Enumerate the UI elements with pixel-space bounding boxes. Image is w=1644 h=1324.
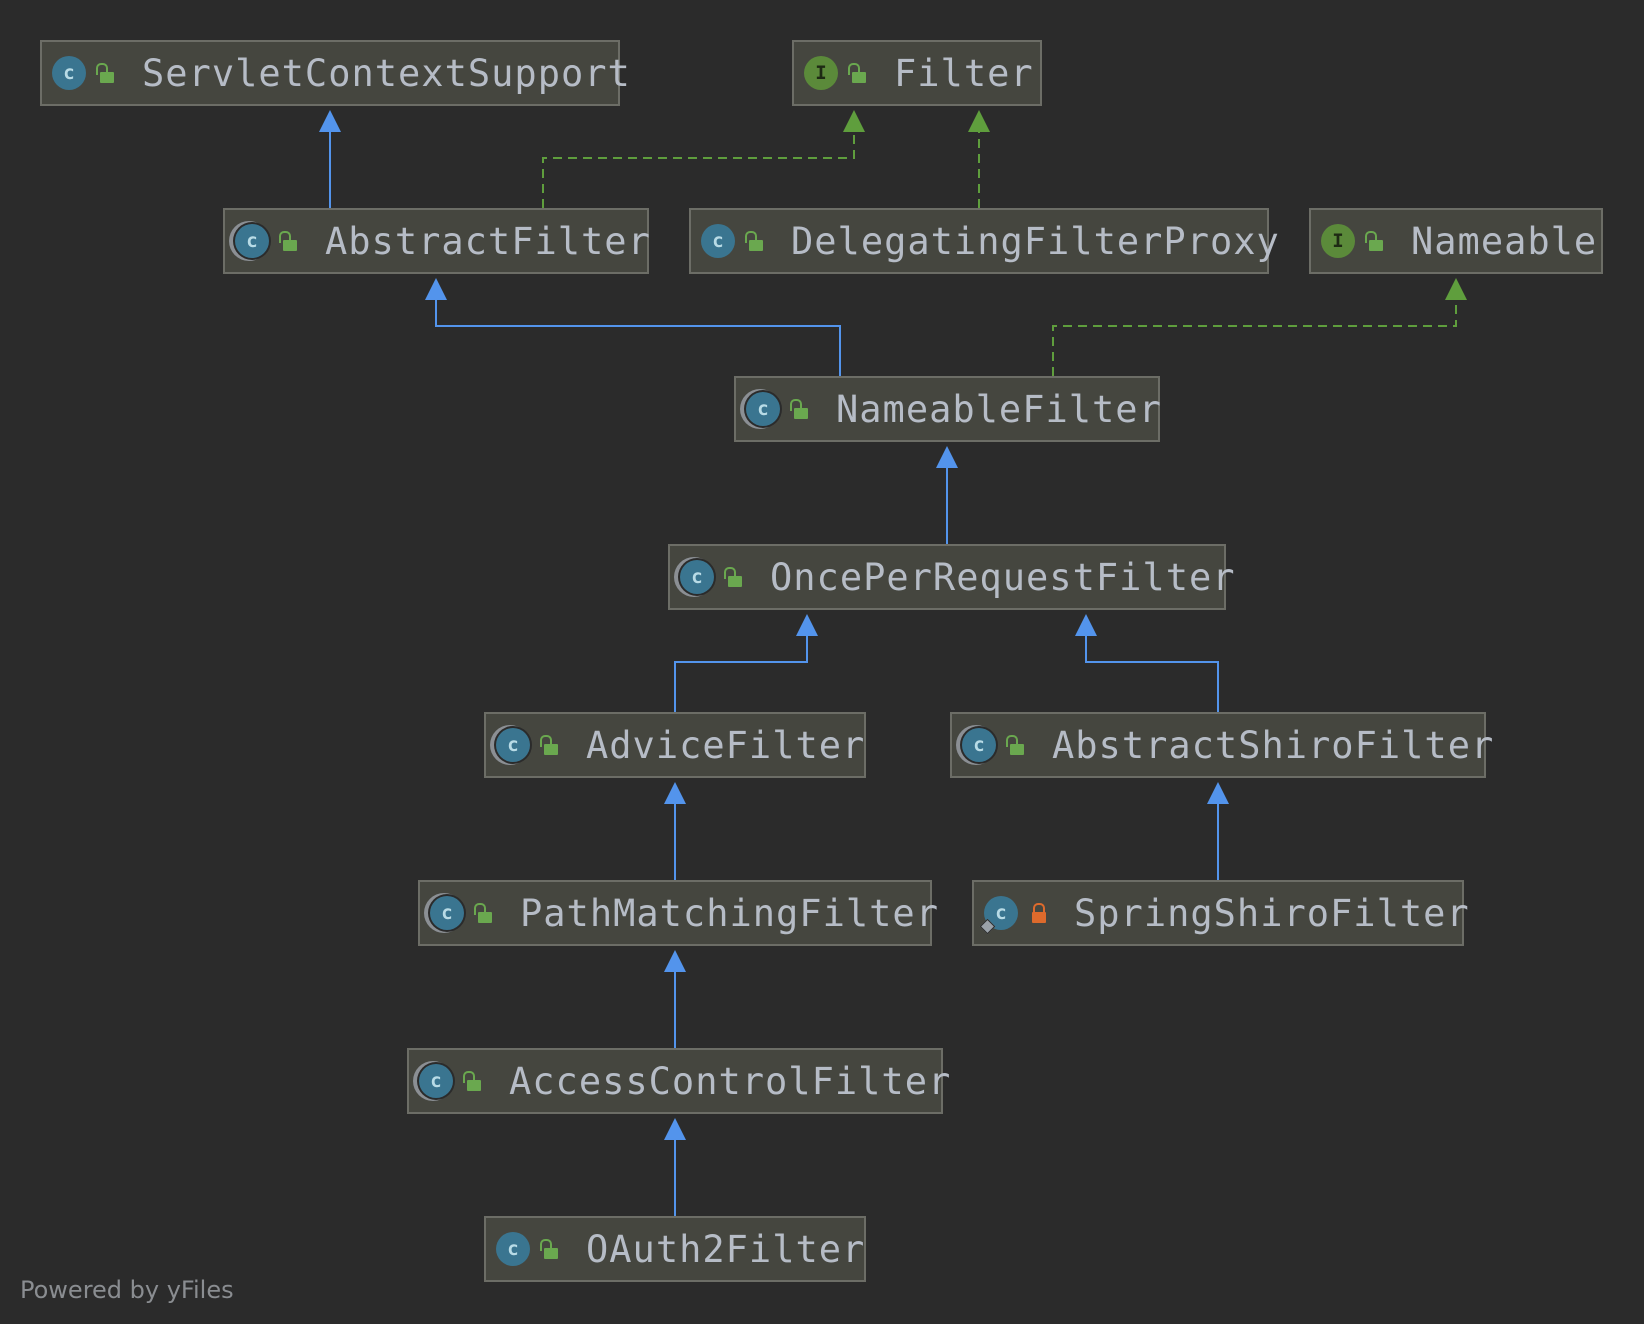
edge-extends-AdviceFilter-to-OncePerRequestFilter bbox=[674, 636, 808, 712]
node-label: ServletContextSupport bbox=[142, 51, 631, 95]
abstract-class-icon: c bbox=[430, 896, 464, 930]
node-label: SpringShiroFilter bbox=[1074, 891, 1470, 935]
abstract-class-icon: c bbox=[962, 728, 996, 762]
node-label: AdviceFilter bbox=[586, 723, 866, 767]
arrowhead-extends bbox=[664, 1118, 686, 1140]
node-AdviceFilter[interactable]: c AdviceFilter bbox=[484, 712, 866, 778]
node-ServletContextSupport[interactable]: c ServletContextSupport bbox=[40, 40, 630, 106]
public-access-icon bbox=[848, 62, 870, 84]
node-OAuth2Filter[interactable]: c OAuth2Filter bbox=[484, 1216, 866, 1282]
arrowhead-extends bbox=[425, 278, 447, 300]
node-label: Nameable bbox=[1411, 219, 1598, 263]
arrowhead-extends bbox=[1075, 614, 1097, 636]
node-PathMatchingFilter[interactable]: c PathMatchingFilter bbox=[418, 880, 938, 946]
abstract-class-icon: c bbox=[419, 1064, 453, 1098]
arrowhead-implements bbox=[1445, 278, 1467, 300]
node-label: PathMatchingFilter bbox=[520, 891, 939, 935]
abstract-class-icon: c bbox=[496, 728, 530, 762]
arrowhead-extends bbox=[936, 446, 958, 468]
arrowhead-extends bbox=[796, 614, 818, 636]
edge-extends-AbstractShiroFilter-to-OncePerRequestFilter bbox=[1085, 636, 1219, 712]
public-access-icon bbox=[96, 62, 118, 84]
node-label: OAuth2Filter bbox=[586, 1227, 866, 1271]
abstract-class-icon: c bbox=[746, 392, 780, 426]
annotated-class-icon: c bbox=[984, 896, 1018, 930]
node-label: OncePerRequestFilter bbox=[770, 555, 1236, 599]
node-label: AbstractShiroFilter bbox=[1052, 723, 1495, 767]
public-access-icon bbox=[1006, 734, 1028, 756]
node-label: DelegatingFilterProxy bbox=[791, 219, 1280, 263]
node-AbstractFilter[interactable]: c AbstractFilter bbox=[223, 208, 651, 274]
arrowhead-extends bbox=[319, 110, 341, 132]
node-SpringShiroFilter[interactable]: c SpringShiroFilter bbox=[972, 880, 1469, 946]
public-access-icon bbox=[1365, 230, 1387, 252]
public-access-icon bbox=[279, 230, 301, 252]
class-icon: c bbox=[701, 224, 735, 258]
node-label: AccessControlFilter bbox=[509, 1059, 952, 1103]
public-access-icon bbox=[540, 1238, 562, 1260]
arrowhead-implements bbox=[843, 110, 865, 132]
node-AbstractShiroFilter[interactable]: c AbstractShiroFilter bbox=[950, 712, 1493, 778]
arrowhead-implements bbox=[968, 110, 990, 132]
node-Filter[interactable]: I Filter bbox=[792, 40, 1042, 106]
node-OncePerRequestFilter[interactable]: c OncePerRequestFilter bbox=[668, 544, 1235, 610]
node-AccessControlFilter[interactable]: c AccessControlFilter bbox=[407, 1048, 950, 1114]
interface-icon: I bbox=[1321, 224, 1355, 258]
public-access-icon bbox=[474, 902, 496, 924]
private-access-icon bbox=[1028, 902, 1050, 924]
public-access-icon bbox=[463, 1070, 485, 1092]
edge-layer bbox=[319, 110, 1467, 1216]
class-icon: c bbox=[496, 1232, 530, 1266]
arrowhead-extends bbox=[664, 950, 686, 972]
public-access-icon bbox=[540, 734, 562, 756]
node-label: AbstractFilter bbox=[325, 219, 651, 263]
edge-extends-NameableFilter-to-AbstractFilter bbox=[435, 300, 841, 376]
edge-implements-AbstractFilter-to-Filter bbox=[542, 132, 855, 208]
public-access-icon bbox=[745, 230, 767, 252]
abstract-class-icon: c bbox=[235, 224, 269, 258]
arrowhead-extends bbox=[664, 782, 686, 804]
interface-icon: I bbox=[804, 56, 838, 90]
class-icon: c bbox=[52, 56, 86, 90]
public-access-icon bbox=[724, 566, 746, 588]
node-NameableFilter[interactable]: c NameableFilter bbox=[734, 376, 1162, 442]
arrowhead-extends bbox=[1207, 782, 1229, 804]
node-DelegatingFilterProxy[interactable]: c DelegatingFilterProxy bbox=[689, 208, 1279, 274]
node-label: NameableFilter bbox=[836, 387, 1162, 431]
node-label: Filter bbox=[894, 51, 1034, 95]
abstract-class-icon: c bbox=[680, 560, 714, 594]
node-Nameable[interactable]: I Nameable bbox=[1309, 208, 1603, 274]
edge-implements-NameableFilter-to-Nameable bbox=[1052, 300, 1457, 376]
public-access-icon bbox=[790, 398, 812, 420]
powered-by-label: Powered by yFiles bbox=[20, 1276, 234, 1304]
